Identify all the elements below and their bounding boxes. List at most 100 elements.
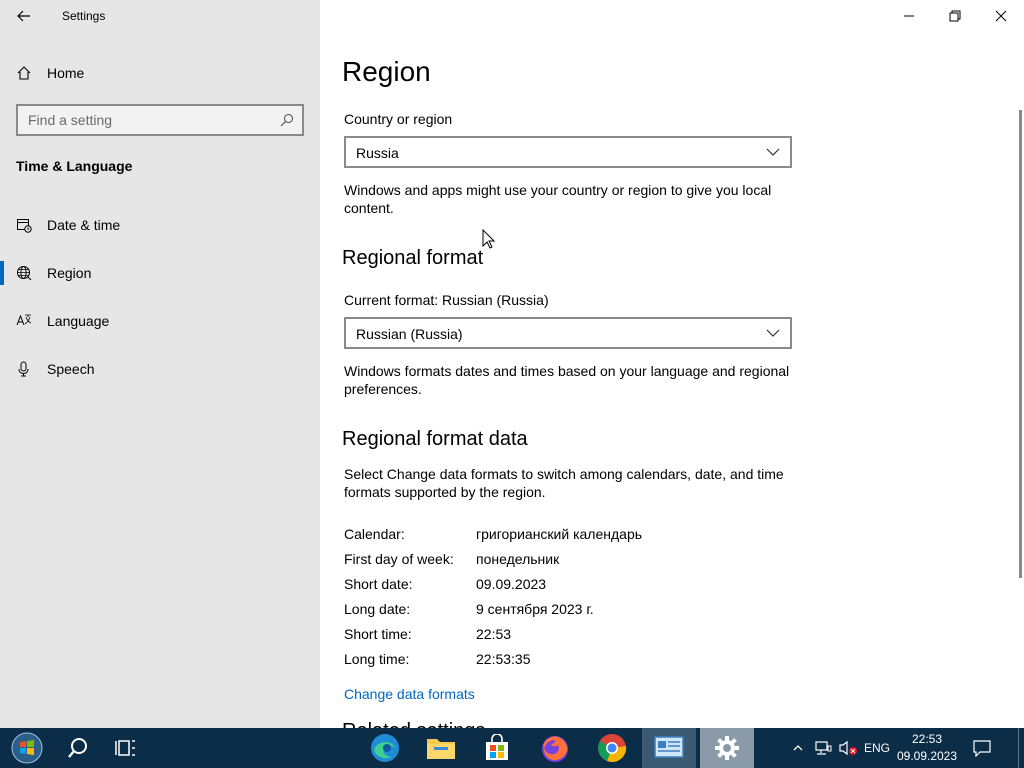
taskbar-firefox[interactable] (532, 728, 578, 768)
windows-orb-icon (11, 732, 43, 764)
regional-format-data-description: Select Change data formats to switch amo… (344, 466, 784, 500)
edge-browser-icon (371, 734, 399, 762)
network-tray-button[interactable] (812, 728, 834, 768)
language-icon (16, 314, 32, 326)
regional-format-data-heading: Regional format data (342, 428, 528, 450)
search-input[interactable] (18, 112, 268, 128)
control-panel-icon (654, 736, 684, 758)
regional-format-description: Windows formats dates and times based on… (344, 363, 790, 397)
format-data-value: григорианский календарь (476, 526, 643, 542)
format-data-key: Calendar: (344, 526, 405, 542)
firefox-icon (542, 736, 568, 762)
search-icon (68, 738, 87, 758)
restore-icon (949, 10, 961, 22)
change-data-formats-link[interactable]: Change data formats (344, 686, 475, 702)
regional-format-dropdown[interactable]: Russian (Russia) (344, 317, 792, 349)
volume-tray-button[interactable] (836, 728, 860, 768)
volume-muted-icon (839, 740, 857, 756)
format-data-key: First day of week: (344, 551, 454, 567)
format-data-key: Short time: (344, 626, 412, 642)
restore-button[interactable] (932, 0, 978, 32)
sidebar-section-title: Time & Language (16, 158, 133, 174)
close-icon (995, 10, 1007, 22)
country-value: Russia (356, 145, 399, 161)
format-data-key: Long date: (344, 601, 411, 617)
format-data-row: Short date: 09.09.2023 (344, 576, 804, 596)
clock-time: 22:53 (911, 732, 943, 746)
search-icon[interactable] (280, 113, 294, 127)
sidebar-item-label: Region (47, 265, 92, 281)
selection-indicator (0, 261, 4, 285)
mouse-cursor-icon (482, 229, 496, 249)
taskbar-chrome[interactable] (588, 728, 636, 768)
clock-date: 09.09.2023 (896, 749, 958, 763)
globe-icon (17, 266, 32, 281)
sidebar-item-label: Speech (47, 361, 95, 377)
home-icon (17, 66, 31, 80)
format-data-row: Long date: 9 сентября 2023 г. (344, 601, 804, 621)
format-data-value: понедельник (476, 551, 560, 567)
format-data-value: 09.09.2023 (476, 576, 547, 592)
sidebar-item-label: Date & time (47, 217, 121, 233)
format-data-value: 22:53 (476, 626, 512, 642)
calendar-clock-icon (17, 219, 32, 233)
back-arrow-icon (17, 10, 30, 22)
notification-icon (973, 740, 991, 757)
format-data-key: Long time: (344, 651, 410, 667)
task-view-button[interactable] (104, 728, 148, 768)
regional-format-value: Russian (Russia) (356, 326, 463, 342)
chevron-up-icon (793, 745, 803, 751)
sidebar-item-date-time[interactable]: Date & time (0, 207, 320, 243)
current-format-label: Current format: Russian (Russia) (344, 292, 549, 308)
search-button[interactable] (56, 728, 100, 768)
country-description: Windows and apps might use your country … (344, 182, 772, 216)
taskbar-clock[interactable]: 22:53 09.09.2023 (886, 731, 968, 765)
country-label: Country or region (344, 111, 453, 127)
folder-icon (427, 739, 455, 759)
regional-format-heading: Regional format (342, 247, 484, 269)
page-title: Region (342, 56, 431, 87)
task-view-icon (115, 740, 135, 756)
sidebar-item-speech[interactable]: Speech (0, 351, 320, 387)
sidebar-item-home[interactable]: Home (0, 58, 320, 88)
network-icon (815, 741, 832, 755)
action-center-button[interactable] (968, 728, 996, 768)
app-title: Settings (62, 9, 106, 23)
chevron-down-icon (766, 329, 780, 337)
gear-icon (715, 736, 739, 760)
chrome-icon (598, 734, 627, 762)
scrollbar[interactable] (1019, 110, 1022, 578)
taskbar-edge[interactable] (362, 728, 408, 768)
taskbar-file-explorer[interactable] (418, 728, 464, 768)
taskbar-control-panel[interactable] (642, 728, 696, 768)
tray-overflow-button[interactable] (788, 728, 808, 768)
minimize-button[interactable] (886, 0, 932, 32)
minimize-icon (904, 15, 914, 17)
format-data-value: 9 сентября 2023 г. (476, 601, 594, 617)
taskbar: ENG 22:53 09.09.2023 (0, 728, 1024, 768)
format-data-row: Calendar: григорианский календарь (344, 526, 804, 546)
sidebar-item-label: Home (47, 65, 85, 81)
chevron-down-icon (766, 148, 780, 156)
microphone-icon (18, 361, 29, 377)
close-button[interactable] (978, 0, 1024, 32)
format-data-row: Short time: 22:53 (344, 626, 804, 646)
sidebar-item-region[interactable]: Region (0, 255, 320, 291)
format-data-row: Long time: 22:53:35 (344, 651, 804, 671)
show-desktop-button[interactable] (1018, 728, 1024, 768)
taskbar-store[interactable] (474, 728, 520, 768)
start-button[interactable] (0, 728, 54, 768)
main-content: Region Country or region Russia Windows … (320, 0, 1024, 728)
format-data-key: Short date: (344, 576, 413, 592)
related-settings-heading: Related settings (342, 720, 485, 728)
sidebar: Settings Home Time & Language Date & tim… (0, 0, 320, 728)
store-bag-icon (486, 734, 508, 760)
format-data-value: 22:53:35 (476, 651, 531, 667)
search-box[interactable] (16, 104, 304, 136)
format-data-row: First day of week: понедельник (344, 551, 804, 571)
back-button[interactable] (12, 6, 36, 26)
taskbar-settings[interactable] (700, 728, 754, 768)
sidebar-item-language[interactable]: Language (0, 303, 320, 339)
country-dropdown[interactable]: Russia (344, 136, 792, 168)
sidebar-item-label: Language (47, 313, 110, 329)
